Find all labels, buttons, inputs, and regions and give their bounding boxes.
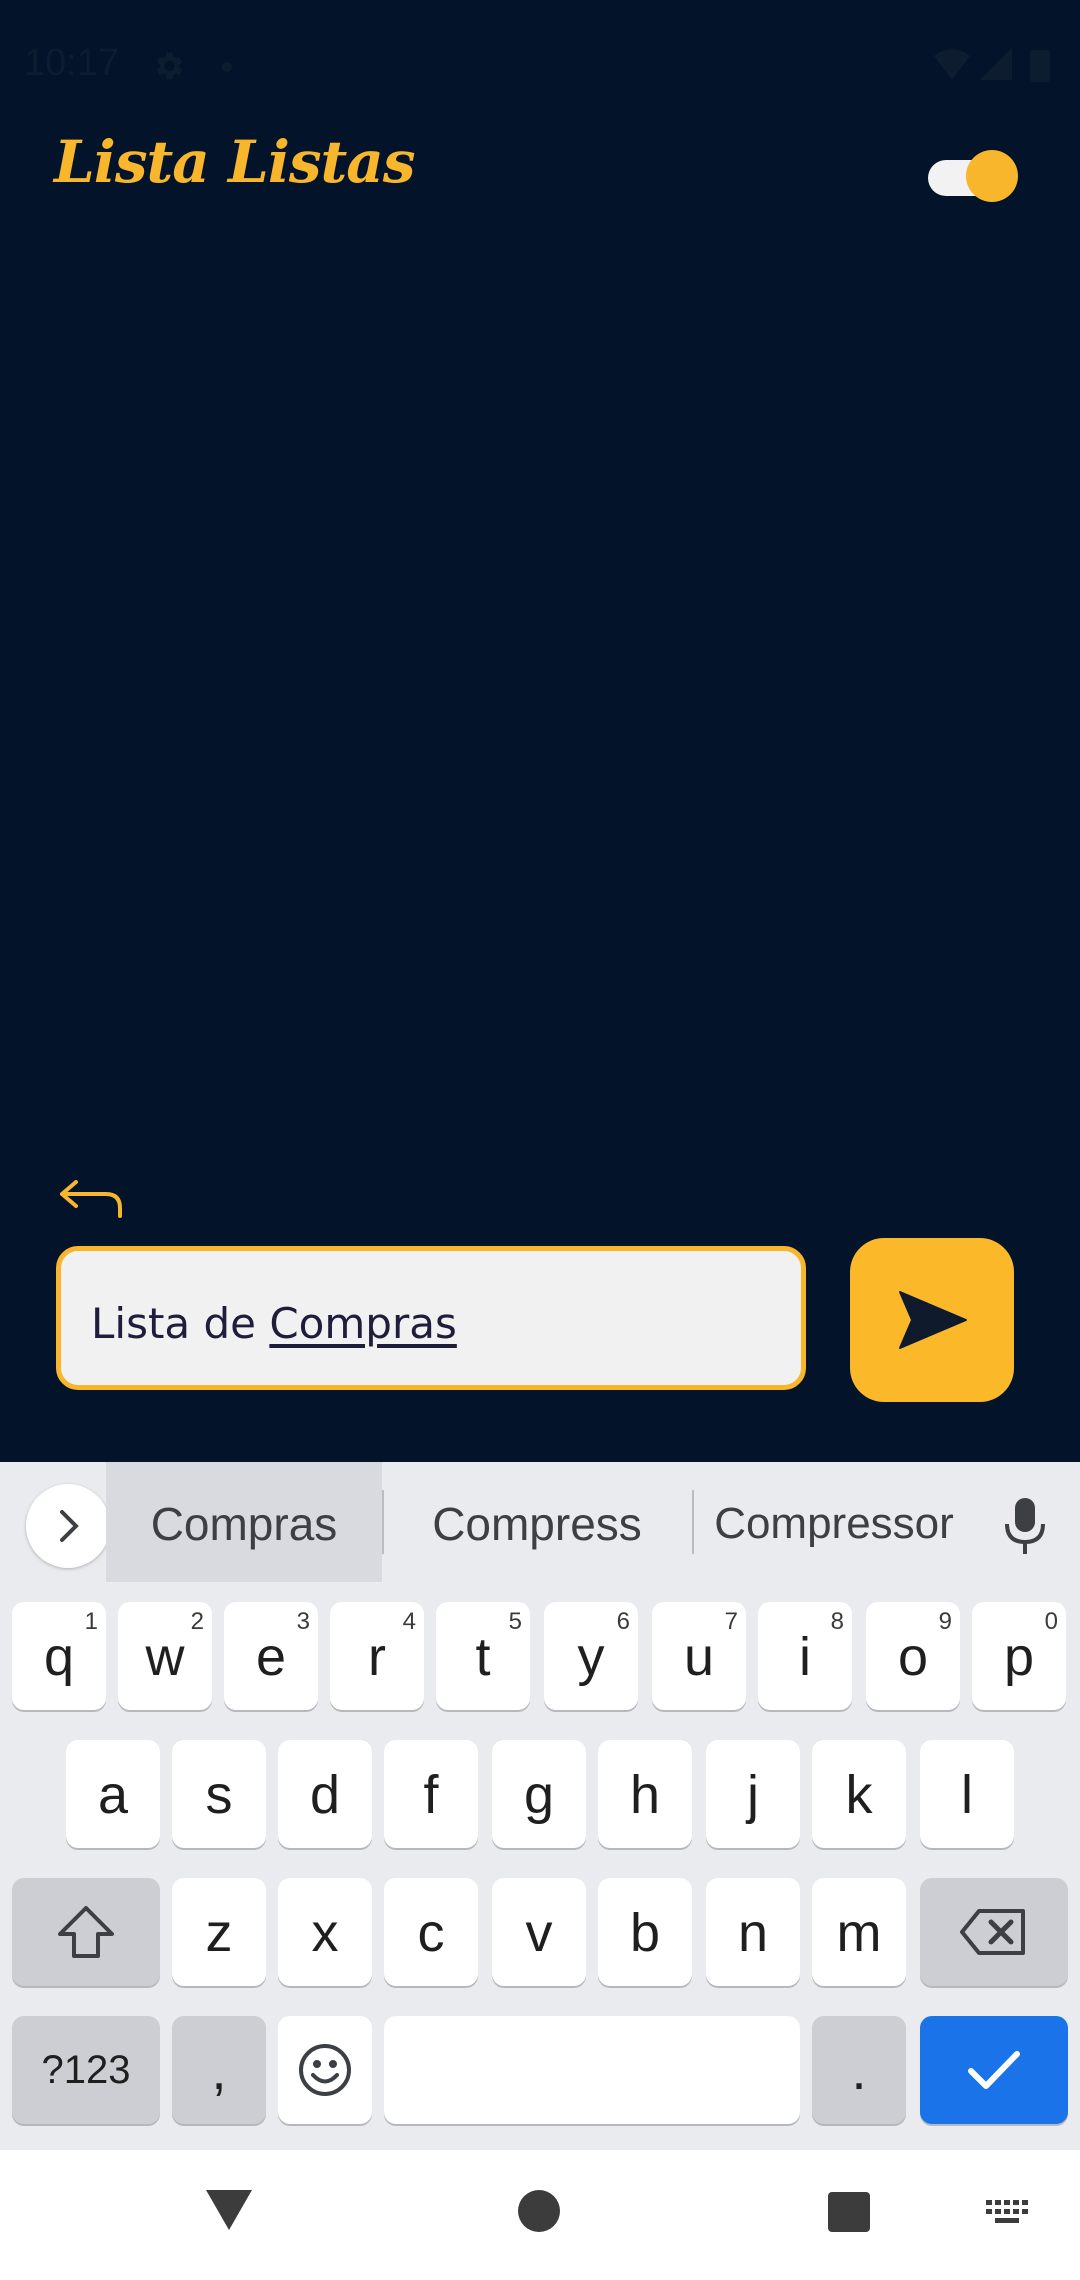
key-label: g [523, 1765, 555, 1825]
key-u[interactable]: u7 [652, 1602, 746, 1710]
key-c[interactable]: c [384, 1878, 478, 1986]
list-name-input[interactable]: Lista de Compras [56, 1246, 806, 1390]
key-x[interactable]: x [278, 1878, 372, 1986]
settings-gear-icon [156, 52, 183, 80]
enter-key[interactable] [920, 2016, 1068, 2124]
status-bar: 10:17 [0, 0, 1080, 135]
send-button[interactable] [850, 1238, 1014, 1402]
comma-key[interactable]: , [172, 2016, 266, 2124]
key-a[interactable]: a [66, 1740, 160, 1848]
chevron-right-icon [60, 1510, 79, 1542]
key-label: b [629, 1903, 661, 1963]
key-label: m [836, 1903, 882, 1963]
key-label: z [205, 1903, 233, 1963]
key-h[interactable]: h [598, 1740, 692, 1848]
key-label: v [525, 1903, 553, 1963]
key-hint: 7 [724, 1608, 738, 1635]
suggestion-1[interactable]: Compras [106, 1462, 382, 1582]
space-key[interactable] [384, 2016, 800, 2124]
suggestion-3[interactable]: Compressor [694, 1462, 974, 1582]
battery-icon [1030, 50, 1050, 82]
key-hint: 5 [508, 1608, 522, 1635]
suggestion-bar: Compras Compress Compressor [0, 1462, 1080, 1582]
key-hint: 8 [830, 1608, 844, 1635]
key-hint: 4 [402, 1608, 416, 1635]
key-t[interactable]: t5 [436, 1602, 530, 1710]
key-r[interactable]: r4 [330, 1602, 424, 1710]
input-prefix: Lista de [91, 1299, 270, 1348]
emoji-key[interactable] [278, 2016, 372, 2124]
toggle-thumb [966, 150, 1018, 202]
key-o[interactable]: o9 [866, 1602, 960, 1710]
input-value: Lista de Compras [91, 1299, 457, 1348]
input-composing-word: Compras [269, 1299, 457, 1348]
key-label: k [845, 1765, 873, 1825]
key-v[interactable]: v [492, 1878, 586, 1986]
shift-icon [12, 1878, 160, 1986]
emoji-icon [278, 2016, 372, 2124]
key-z[interactable]: z [172, 1878, 266, 1986]
signal-icon [980, 48, 1012, 80]
key-label: c [417, 1903, 445, 1963]
key-label: s [205, 1765, 233, 1825]
key-p[interactable]: p0 [972, 1602, 1066, 1710]
key-hint: 9 [938, 1608, 952, 1635]
microphone-icon[interactable] [1000, 1496, 1050, 1556]
key-hint: 6 [616, 1608, 630, 1635]
key-d[interactable]: d [278, 1740, 372, 1848]
key-f[interactable]: f [384, 1740, 478, 1848]
system-nav-bar [0, 2150, 1080, 2280]
suggestion-2[interactable]: Compress [384, 1462, 690, 1582]
key-y[interactable]: y6 [544, 1602, 638, 1710]
system-status-icons [934, 48, 1050, 82]
key-n[interactable]: n [706, 1878, 800, 1986]
nav-back-icon[interactable] [204, 2188, 254, 2232]
status-time: 10:17 [24, 42, 120, 84]
nav-recents-icon[interactable] [828, 2192, 870, 2232]
key-e[interactable]: e3 [224, 1602, 318, 1710]
key-label: l [961, 1765, 973, 1825]
key-m[interactable]: m [812, 1878, 906, 1986]
key-b[interactable]: b [598, 1878, 692, 1986]
key-label: , [211, 2041, 227, 2101]
key-label: d [309, 1765, 341, 1825]
wifi-icon [934, 49, 970, 80]
theme-toggle[interactable] [928, 150, 1018, 202]
nav-home-icon[interactable] [518, 2190, 560, 2232]
key-hint: 0 [1044, 1608, 1058, 1635]
send-icon [899, 1291, 967, 1349]
key-hint: 1 [84, 1608, 98, 1635]
backspace-icon [920, 1878, 1068, 1986]
key-hint: 3 [296, 1608, 310, 1635]
symbols-key[interactable]: ?123 [12, 2016, 160, 2124]
key-label: f [423, 1765, 439, 1825]
backspace-key[interactable] [920, 1878, 1068, 1986]
notification-dot-icon [222, 62, 232, 72]
key-g[interactable]: g [492, 1740, 586, 1848]
key-s[interactable]: s [172, 1740, 266, 1848]
key-label: h [629, 1765, 661, 1825]
period-key[interactable]: . [812, 2016, 906, 2124]
key-w[interactable]: w2 [118, 1602, 212, 1710]
shift-key[interactable] [12, 1878, 160, 1986]
key-q[interactable]: q1 [12, 1602, 106, 1710]
key-label: n [737, 1903, 769, 1963]
on-screen-keyboard: Compras Compress Compressor q1 w2 e3 r4 … [0, 1462, 1080, 2150]
key-label: j [747, 1765, 759, 1825]
expand-toolbar-button[interactable] [26, 1484, 110, 1568]
key-hint: 2 [190, 1608, 204, 1635]
key-label: a [97, 1765, 129, 1825]
checkmark-icon [920, 2016, 1068, 2124]
back-arrow-icon[interactable] [56, 1178, 126, 1220]
key-j[interactable]: j [706, 1740, 800, 1848]
app-title: Lista Listas [54, 128, 416, 196]
key-l[interactable]: l [920, 1740, 1014, 1848]
key-i[interactable]: i8 [758, 1602, 852, 1710]
key-label: x [311, 1903, 339, 1963]
key-label: . [851, 2041, 867, 2101]
keyboard-switch-icon[interactable] [986, 2200, 1030, 2226]
key-label: ?123 [41, 2048, 131, 2092]
key-k[interactable]: k [812, 1740, 906, 1848]
